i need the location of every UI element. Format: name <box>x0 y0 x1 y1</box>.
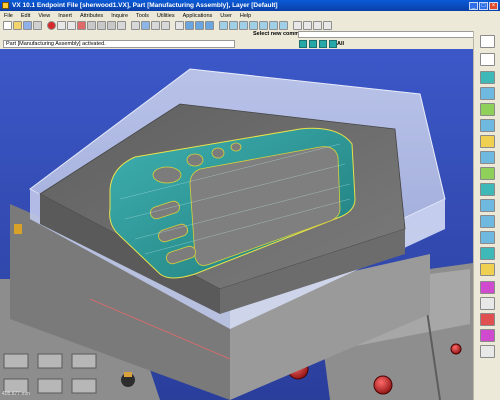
shaded-icon[interactable] <box>195 21 204 30</box>
table-block <box>37 353 63 369</box>
menu-edit[interactable]: Edit <box>17 13 34 19</box>
boolean-intersect-icon[interactable] <box>480 231 495 244</box>
status-message-field: Part [Manufacturing Assembly] activated. <box>3 40 235 48</box>
menu-user[interactable]: User <box>216 13 236 19</box>
menu-inquire[interactable]: Inquire <box>107 13 132 19</box>
wireframe-icon[interactable] <box>185 21 194 30</box>
save-file-icon[interactable] <box>23 21 32 30</box>
zoom-icon[interactable] <box>131 21 140 30</box>
delete-icon[interactable] <box>77 21 86 30</box>
print-icon[interactable] <box>33 21 42 30</box>
filter-point-icon[interactable] <box>299 40 307 48</box>
plate-marker <box>14 224 22 234</box>
view-top-icon[interactable] <box>229 21 238 30</box>
stop-icon[interactable] <box>47 21 56 30</box>
filter-shape-icon[interactable] <box>329 40 337 48</box>
color-palette-icon[interactable] <box>480 281 495 294</box>
minimize-button[interactable]: _ <box>469 1 478 10</box>
filter-label[interactable]: All <box>337 41 344 47</box>
redo-icon[interactable] <box>67 21 76 30</box>
analysis-icon[interactable] <box>480 345 495 358</box>
menu-insert[interactable]: Insert <box>54 13 76 19</box>
sketch-icon[interactable] <box>293 21 302 30</box>
boolean-add-icon[interactable] <box>480 199 495 212</box>
table-block <box>71 378 97 394</box>
red-bolt <box>450 343 462 355</box>
copy-icon[interactable] <box>87 21 96 30</box>
menu-tools[interactable]: Tools <box>132 13 153 19</box>
app-icon <box>2 2 9 9</box>
table-block <box>71 353 97 369</box>
chamfer-icon[interactable] <box>480 151 495 164</box>
window-controls: _ □ × <box>469 1 498 10</box>
menu-help[interactable]: Help <box>236 13 255 19</box>
filter-face-icon[interactable] <box>319 40 327 48</box>
split-icon[interactable] <box>480 247 495 260</box>
menu-utilities[interactable]: Utilities <box>153 13 179 19</box>
view-bottom-icon[interactable] <box>279 21 288 30</box>
shell-icon[interactable] <box>480 167 495 180</box>
clamp-cap <box>124 372 132 377</box>
viewport-scene <box>0 49 473 400</box>
view-iso-icon[interactable] <box>219 21 228 30</box>
maximize-button[interactable]: □ <box>479 1 488 10</box>
view-right-icon[interactable] <box>249 21 258 30</box>
new-file-icon[interactable] <box>3 21 12 30</box>
menu-attributes[interactable]: Attributes <box>76 13 107 19</box>
menu-applications[interactable]: Applications <box>179 13 217 19</box>
sweep-icon[interactable] <box>480 103 495 116</box>
toolbar-separator <box>289 21 292 30</box>
coordinate-readout: 405.677 mm <box>2 391 30 397</box>
toolbar-separator <box>43 21 46 30</box>
cut-icon[interactable] <box>97 21 106 30</box>
open-file-icon[interactable] <box>13 21 22 30</box>
plane-icon[interactable] <box>303 21 312 30</box>
table-block <box>37 378 63 394</box>
view-left-icon[interactable] <box>259 21 268 30</box>
window-title: VX 10.1 Endpoint File [sherwood1.VX], Pa… <box>12 2 278 9</box>
measure-icon[interactable] <box>323 21 332 30</box>
draft-icon[interactable] <box>480 183 495 196</box>
close-button[interactable]: × <box>489 1 498 10</box>
find-icon[interactable] <box>117 21 126 30</box>
status-message: Part [Manufacturing Assembly] activated. <box>6 41 106 47</box>
command-input[interactable] <box>298 31 498 38</box>
red-bolt <box>373 375 393 395</box>
undo-icon[interactable] <box>57 21 66 30</box>
view-front-icon[interactable] <box>239 21 248 30</box>
prompt-row: Select new command. <box>0 31 500 39</box>
title-bar: VX 10.1 Endpoint File [sherwood1.VX], Pa… <box>0 0 500 11</box>
extrude-icon[interactable] <box>480 71 495 84</box>
toolbar-separator <box>215 21 218 30</box>
render-icon[interactable] <box>480 329 495 342</box>
layer-manager-icon[interactable] <box>480 297 495 310</box>
palette-arrow-icon[interactable] <box>480 53 495 66</box>
view-icon[interactable] <box>141 21 150 30</box>
main-toolbar <box>0 20 500 31</box>
paste-icon[interactable] <box>107 21 116 30</box>
filter-curve-icon[interactable] <box>309 40 317 48</box>
fillet-icon[interactable] <box>480 135 495 148</box>
pick-filter-icons <box>299 40 337 48</box>
menu-file[interactable]: File <box>0 13 17 19</box>
hidden-line-icon[interactable] <box>205 21 214 30</box>
revolve-icon[interactable] <box>480 87 495 100</box>
loft-icon[interactable] <box>480 119 495 132</box>
layer-icon[interactable] <box>151 21 160 30</box>
toolbar-separator <box>127 21 130 30</box>
table-block <box>3 353 29 369</box>
palette-arrow-icon[interactable] <box>480 35 495 48</box>
attribute-icon[interactable] <box>480 313 495 326</box>
3d-viewport[interactable]: 405.677 mm <box>0 49 473 400</box>
edit-pencil-icon[interactable] <box>175 21 184 30</box>
grid-icon[interactable] <box>161 21 170 30</box>
right-tool-palette <box>473 31 500 400</box>
menu-view[interactable]: View <box>34 13 54 19</box>
datum-icon[interactable] <box>313 21 322 30</box>
boolean-remove-icon[interactable] <box>480 215 495 228</box>
toolbar-separator <box>171 21 174 30</box>
pattern-icon[interactable] <box>480 263 495 276</box>
view-back-icon[interactable] <box>269 21 278 30</box>
